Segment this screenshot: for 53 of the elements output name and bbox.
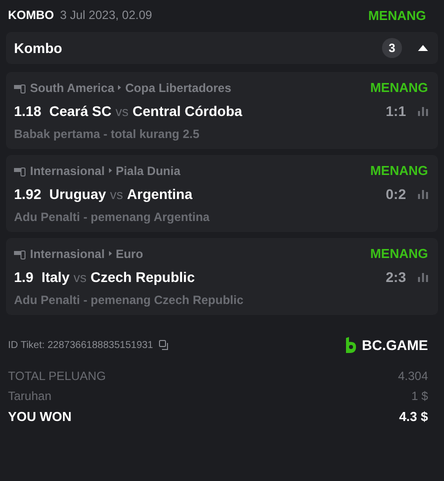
- odds-value: 1.18: [14, 103, 42, 119]
- total-label: Taruhan: [8, 389, 52, 403]
- league-label: Copa Libertadores: [125, 80, 232, 94]
- total-value: 4.304: [398, 369, 428, 383]
- team-name: Central Córdoba: [132, 103, 242, 119]
- combo-title: Kombo: [14, 40, 62, 56]
- caret-icon[interactable]: [418, 45, 428, 51]
- status-label: MENANG: [370, 80, 428, 95]
- league-icon: [14, 82, 26, 94]
- market-label: Adu Penalti - pemenang Czech Republic: [14, 293, 244, 307]
- combo-header[interactable]: Kombo 3: [6, 32, 438, 64]
- total-label: TOTAL PELUANG: [8, 369, 106, 383]
- total-value: 1 $: [411, 389, 428, 403]
- market-label: Babak pertama - total kurang 2.5: [14, 127, 200, 141]
- bet-date: 3 Jul 2023, 02.09: [60, 8, 152, 22]
- market-label: Adu Penalti - pemenang Argentina: [14, 210, 211, 224]
- versus-label: vs: [110, 186, 124, 202]
- score: 2:3: [386, 269, 406, 285]
- team-name: Ceará SC: [49, 103, 112, 119]
- region-label: Internasional: [30, 164, 105, 178]
- versus-label: vs: [73, 270, 86, 284]
- score: 1:1: [386, 103, 406, 119]
- ticket-id: ID Tiket: 2287366188835151931: [8, 340, 154, 350]
- region-label: South America: [30, 80, 114, 94]
- count-badge: 3: [382, 38, 402, 58]
- separator-icon: [108, 168, 112, 173]
- team-name: Italy: [41, 269, 70, 285]
- odds-value: 1.9: [14, 269, 34, 285]
- status-label: MENANG: [370, 163, 428, 178]
- bet-type: KOMBO: [8, 8, 54, 22]
- league-label: Piala Dunia: [116, 164, 180, 178]
- total-value: 4.3 $: [399, 409, 428, 424]
- status-label: MENANG: [370, 246, 428, 261]
- league-icon: [14, 248, 26, 260]
- stats-icon[interactable]: [418, 272, 428, 282]
- status-label: MENANG: [368, 8, 427, 22]
- league-label: Euro: [116, 246, 144, 260]
- separator-icon: [108, 251, 112, 256]
- stats-icon[interactable]: [418, 189, 428, 199]
- brand-name: BC.GAME: [362, 337, 428, 353]
- separator-icon: [118, 85, 122, 90]
- team-name: Argentina: [127, 186, 192, 202]
- team-name: Czech Republic: [90, 269, 195, 285]
- league-icon: [14, 164, 26, 176]
- versus-label: vs: [116, 104, 129, 118]
- team-name: Uruguay: [49, 186, 106, 202]
- total-label: YOU WON: [8, 409, 72, 424]
- score: 0:2: [386, 186, 406, 202]
- copy-icon[interactable]: [159, 340, 170, 350]
- odds-value: 1.92: [14, 186, 42, 202]
- logo-icon: [344, 337, 357, 353]
- region-label: Internasional: [30, 246, 105, 260]
- stats-icon[interactable]: [418, 106, 428, 116]
